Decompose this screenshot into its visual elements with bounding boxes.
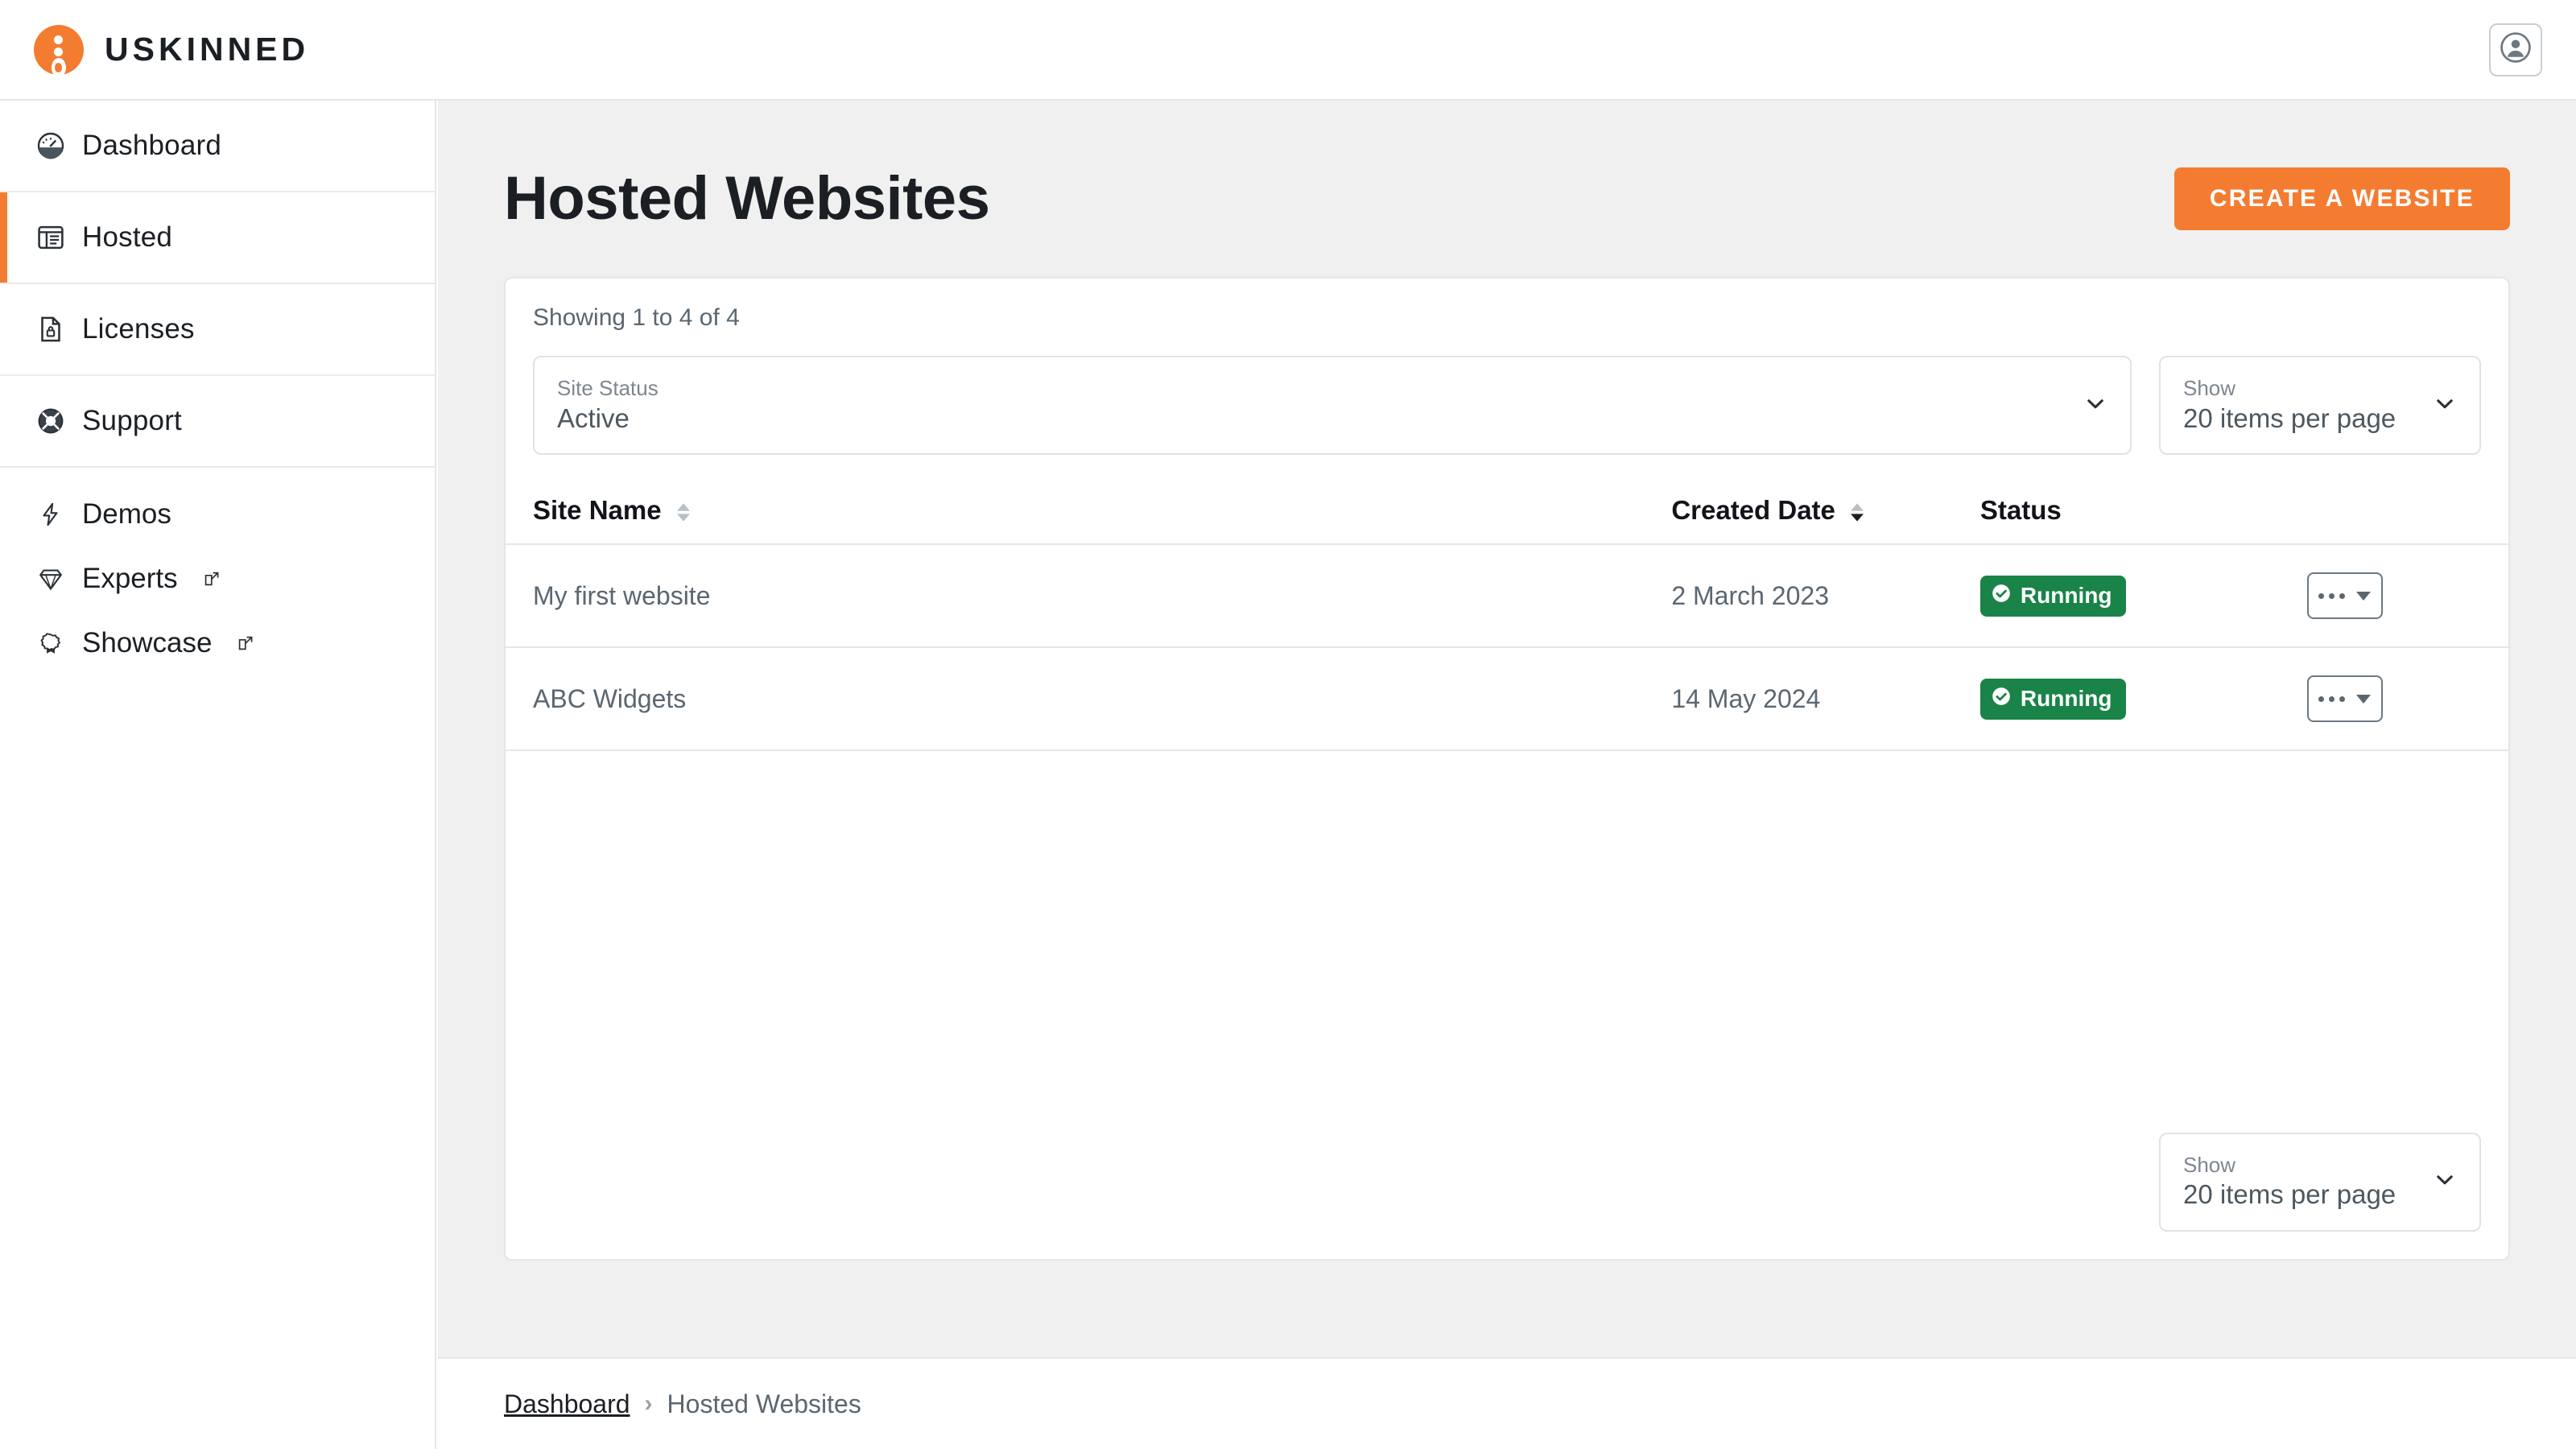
page-size-select-bottom[interactable]: Show 20 items per page	[2159, 1133, 2481, 1232]
page-size-select-top-label: Show	[2183, 375, 2423, 402]
status-badge-label: Running	[2021, 583, 2112, 609]
column-header-actions	[2307, 484, 2508, 544]
cell-created-date: 2 March 2023	[1671, 544, 1980, 647]
column-header-label: Status	[1980, 495, 2062, 525]
table-header-row: Site Name Created Date	[506, 484, 2508, 544]
column-header-site-name[interactable]: Site Name	[506, 484, 1671, 544]
award-rosette-icon	[35, 628, 66, 658]
table-body: My first website 2 March 2023 Running	[506, 544, 2508, 750]
uskinned-drop-logo	[34, 25, 84, 75]
page-size-select-bottom-value: 20 items per page	[2183, 1178, 2423, 1212]
cell-actions	[2307, 647, 2508, 750]
cell-status: Running	[1980, 647, 2307, 750]
lightning-bolt-icon	[35, 499, 66, 530]
sidebar-item-label: Dashboard	[82, 130, 221, 162]
sidebar: Dashboard Hosted Licenses	[0, 101, 436, 1449]
page-size-select-top[interactable]: Show 20 items per page	[2159, 356, 2481, 455]
breadcrumb-separator-icon: ›	[645, 1390, 653, 1418]
status-badge: Running	[1980, 679, 2127, 720]
card-top: Showing 1 to 4 of 4	[506, 279, 2508, 332]
sort-indicator-icon	[677, 503, 690, 522]
column-header-status: Status	[1980, 484, 2307, 544]
main-content: Hosted Websites CREATE A WEBSITE Showing…	[438, 101, 2576, 1357]
caret-down-icon	[2356, 592, 2371, 601]
cell-status: Running	[1980, 544, 2307, 647]
chevron-down-icon	[2083, 391, 2107, 419]
sidebar-item-support[interactable]: Support	[0, 376, 435, 468]
row-actions-button[interactable]	[2307, 675, 2383, 722]
external-link-icon	[202, 569, 221, 588]
breadcrumb-current: Hosted Websites	[667, 1389, 861, 1419]
layout-panel-icon	[35, 222, 66, 253]
check-circle-icon	[1991, 686, 2012, 712]
filters-row: Site Status Active Show 20 items per pag…	[506, 332, 2508, 455]
lifebuoy-icon	[35, 406, 66, 436]
sidebar-item-dashboard[interactable]: Dashboard	[0, 101, 435, 192]
status-badge-label: Running	[2021, 686, 2112, 712]
hosted-websites-table: Site Name Created Date	[506, 484, 2508, 751]
row-actions-button[interactable]	[2307, 572, 2383, 619]
account-menu-button[interactable]	[2489, 23, 2542, 76]
sidebar-item-showcase[interactable]: Showcase	[0, 611, 435, 675]
sort-indicator-icon	[1851, 503, 1864, 522]
sidebar-item-hosted[interactable]: Hosted	[0, 192, 435, 284]
check-circle-icon	[1991, 583, 2012, 609]
page-size-select-top-value: 20 items per page	[2183, 402, 2423, 436]
caret-down-icon	[2356, 695, 2371, 704]
sidebar-item-label: Hosted	[82, 221, 172, 254]
site-status-select[interactable]: Site Status Active	[533, 356, 2132, 455]
site-status-select-value: Active	[557, 402, 2074, 436]
sidebar-item-label: Demos	[82, 498, 171, 530]
gauge-icon	[35, 130, 66, 161]
external-link-icon	[236, 634, 255, 653]
sidebar-item-label: Experts	[82, 563, 178, 595]
chevron-down-icon	[2433, 391, 2457, 419]
column-header-label: Site Name	[533, 495, 662, 525]
kebab-dropdown-icon	[2318, 593, 2345, 599]
create-a-website-button[interactable]: CREATE A WEBSITE	[2174, 167, 2510, 230]
showing-count-text: Showing 1 to 4 of 4	[533, 304, 2481, 332]
site-status-select-label: Site Status	[557, 375, 2074, 402]
sidebar-item-label: Support	[82, 405, 182, 437]
page-header: Hosted Websites CREATE A WEBSITE	[438, 101, 2576, 233]
cell-site-name: ABC Widgets	[506, 647, 1671, 750]
chevron-down-icon	[2433, 1168, 2457, 1196]
diamond-icon	[35, 564, 66, 594]
page-title: Hosted Websites	[504, 163, 989, 233]
breadcrumb: Dashboard › Hosted Websites	[438, 1357, 2576, 1449]
table-row[interactable]: ABC Widgets 14 May 2024 Running	[506, 647, 2508, 750]
hosted-websites-card: Showing 1 to 4 of 4 Site Status Active S…	[504, 277, 2510, 1261]
sidebar-item-demos[interactable]: Demos	[0, 482, 435, 547]
sidebar-item-label: Licenses	[82, 313, 195, 345]
sidebar-item-experts[interactable]: Experts	[0, 547, 435, 611]
cell-created-date: 14 May 2024	[1671, 647, 1980, 750]
card-footer: Show 20 items per page	[2159, 1133, 2481, 1232]
brand[interactable]: USKINNED	[34, 25, 309, 75]
column-header-created-date[interactable]: Created Date	[1671, 484, 1980, 544]
cell-site-name: My first website	[506, 544, 1671, 647]
document-lock-icon	[35, 314, 66, 345]
sidebar-secondary-nav: Demos Experts	[0, 468, 435, 675]
page-size-select-bottom-label: Show	[2183, 1152, 2423, 1179]
sidebar-main-nav: Dashboard Hosted Licenses	[0, 101, 435, 468]
top-bar: USKINNED	[0, 0, 2576, 101]
sidebar-item-licenses[interactable]: Licenses	[0, 284, 435, 376]
cell-actions	[2307, 544, 2508, 647]
status-badge: Running	[1980, 576, 2127, 617]
sidebar-item-label: Showcase	[82, 627, 212, 659]
kebab-dropdown-icon	[2318, 696, 2345, 702]
column-header-label: Created Date	[1671, 495, 1835, 525]
table-head: Site Name Created Date	[506, 484, 2508, 544]
breadcrumb-link-dashboard[interactable]: Dashboard	[504, 1389, 630, 1419]
brand-name: USKINNED	[105, 31, 309, 68]
table-row[interactable]: My first website 2 March 2023 Running	[506, 544, 2508, 647]
user-circle-icon	[2500, 32, 2531, 67]
